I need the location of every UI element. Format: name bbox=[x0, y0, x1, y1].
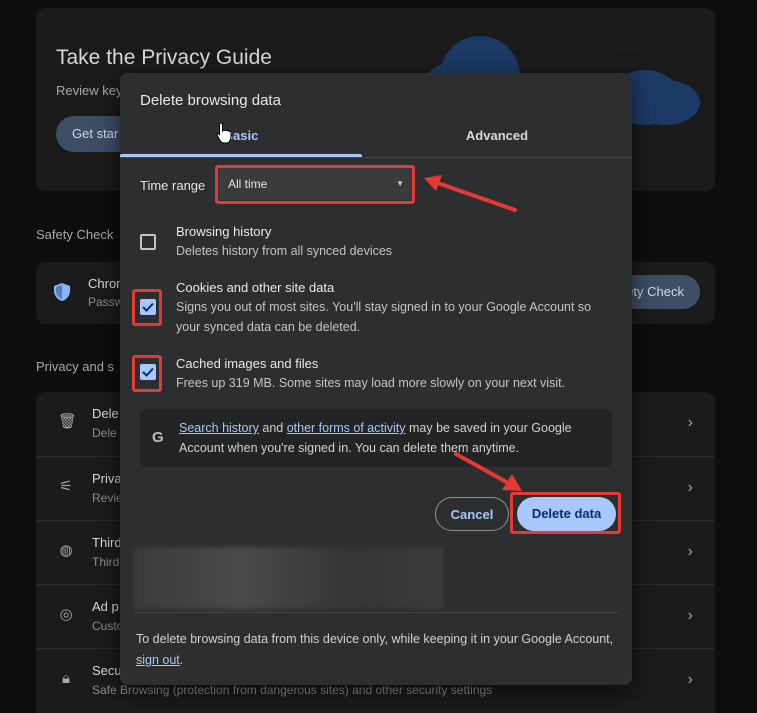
chevron-right-icon: › bbox=[687, 479, 693, 496]
row-title: Ad p bbox=[92, 599, 119, 614]
time-range-label: Time range bbox=[140, 178, 206, 193]
ad-icon: ◎ bbox=[59, 606, 73, 623]
safety-check-item-sub: Passw bbox=[88, 295, 124, 309]
time-range-select[interactable]: All time ▼ bbox=[218, 168, 412, 200]
search-history-link[interactable]: Search history bbox=[179, 421, 259, 435]
privacy-security-heading: Privacy and s bbox=[36, 359, 115, 374]
divider bbox=[134, 612, 618, 613]
cookies-desc: Signs you out of most sites. You'll stay… bbox=[176, 300, 592, 334]
info-text: Search history and other forms of activi… bbox=[179, 418, 599, 458]
safety-check-item-title: Chron bbox=[88, 276, 124, 291]
checkmark-icon bbox=[142, 302, 154, 312]
row-sub: Custo bbox=[92, 619, 124, 633]
cookie-icon: ◍ bbox=[59, 542, 73, 559]
browsing-history-title: Browsing history bbox=[176, 224, 272, 239]
cached-images-title: Cached images and files bbox=[176, 356, 319, 371]
cookies-title: Cookies and other site data bbox=[176, 280, 335, 295]
shield-icon bbox=[54, 283, 70, 301]
row-sub: Revie bbox=[92, 491, 123, 505]
row-title: Dele bbox=[92, 406, 119, 421]
active-tab-indicator bbox=[120, 154, 362, 157]
time-range-value: All time bbox=[228, 177, 268, 191]
tab-bar: Basic Advanced bbox=[120, 121, 632, 158]
dialog-title: Delete browsing data bbox=[140, 92, 281, 109]
safety-check-heading: Safety Check bbox=[36, 227, 114, 242]
row-sub: Dele bbox=[92, 426, 117, 440]
google-activity-info: G Search history and other forms of acti… bbox=[140, 409, 612, 467]
delete-data-button[interactable]: Delete data bbox=[517, 497, 616, 531]
chevron-right-icon: › bbox=[687, 671, 693, 688]
footer-text-part: To delete browsing data from this device… bbox=[136, 632, 614, 646]
privacy-guide-title: Take the Privacy Guide bbox=[56, 46, 272, 69]
row-title: Secu bbox=[92, 663, 122, 678]
footer-text-end: . bbox=[179, 653, 184, 667]
footer-text: To delete browsing data from this device… bbox=[136, 629, 616, 671]
other-activity-link[interactable]: other forms of activity bbox=[287, 421, 406, 435]
cached-images-checkbox[interactable] bbox=[140, 364, 156, 380]
chevron-right-icon: › bbox=[687, 414, 693, 431]
row-sub: Third bbox=[92, 555, 120, 569]
tab-basic[interactable]: Basic bbox=[120, 121, 362, 156]
trash-icon: 🗑 bbox=[58, 413, 78, 430]
privacy-guide-subtitle: Review key bbox=[56, 83, 123, 98]
info-text-part: and bbox=[258, 421, 287, 435]
cancel-button[interactable]: Cancel bbox=[435, 497, 509, 531]
lock-icon: 🔒︎ bbox=[62, 670, 70, 687]
hand-cursor-icon bbox=[216, 122, 232, 144]
chevron-right-icon: › bbox=[687, 607, 693, 624]
browsing-history-desc: Deletes history from all synced devices bbox=[176, 244, 393, 258]
delete-browsing-data-dialog: Delete browsing data Basic Advanced Time… bbox=[120, 73, 632, 685]
row-title: Priva bbox=[92, 471, 122, 486]
chevron-right-icon: › bbox=[687, 543, 693, 560]
cookies-checkbox[interactable] bbox=[140, 299, 156, 315]
blurred-account-area bbox=[134, 547, 443, 609]
browsing-history-checkbox[interactable] bbox=[140, 234, 156, 250]
tab-advanced[interactable]: Advanced bbox=[376, 121, 618, 156]
cloud-illustration bbox=[630, 80, 700, 125]
tune-icon: ⚟ bbox=[59, 478, 73, 495]
google-g-icon: G bbox=[152, 429, 164, 446]
dropdown-arrow-icon: ▼ bbox=[396, 179, 404, 188]
checkmark-icon bbox=[142, 367, 154, 377]
cached-images-desc: Frees up 319 MB. Some sites may load mor… bbox=[176, 376, 566, 390]
row-sub: Safe Browsing (protection from dangerous… bbox=[92, 683, 493, 697]
row-title: Third bbox=[92, 535, 122, 550]
sign-out-link[interactable]: sign out bbox=[136, 653, 180, 667]
